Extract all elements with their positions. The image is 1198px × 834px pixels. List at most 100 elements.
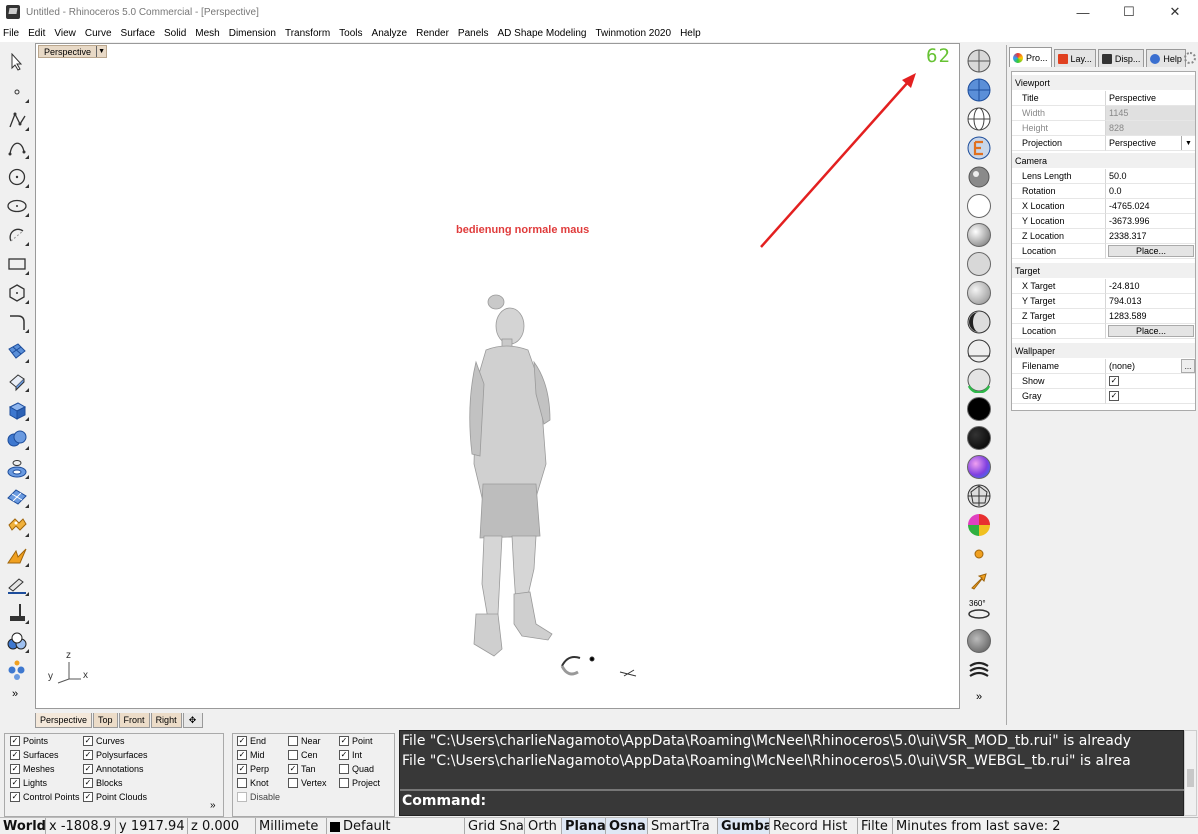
command-prompt[interactable]: Command: [402, 793, 486, 809]
osnap-project[interactable]: Project [339, 778, 380, 788]
scrollbar-thumb[interactable] [1187, 769, 1194, 787]
osnap-disable-checkbox[interactable] [237, 792, 247, 802]
show-checkbox[interactable]: ✓ [1109, 376, 1119, 386]
filter-points-checkbox[interactable]: ✓ [10, 736, 20, 746]
ghosted-viewport-icon[interactable] [966, 135, 992, 161]
status-gumball[interactable]: Gumba [718, 818, 770, 834]
x-target-field[interactable]: -24.810 [1106, 279, 1195, 294]
filter-polysurfaces-checkbox[interactable]: ✓ [83, 750, 93, 760]
left-toolbar-more[interactable]: » [12, 688, 18, 700]
osnap-perp[interactable]: ✓ Perp [237, 764, 269, 774]
status-current-layer[interactable]: Default [327, 818, 465, 834]
osnap-tan-checkbox[interactable]: ✓ [288, 764, 298, 774]
light-bulb-icon[interactable] [966, 541, 992, 567]
transform-icon[interactable] [5, 544, 29, 568]
rhino-app-icon[interactable] [6, 5, 20, 19]
pen-sphere-icon[interactable] [966, 338, 992, 364]
mesh-sphere-icon[interactable] [966, 483, 992, 509]
rectangle-icon[interactable] [5, 252, 29, 276]
add-viewport-tab-icon[interactable]: ✥ [182, 713, 203, 728]
status-planar[interactable]: Plana [562, 818, 606, 834]
filter-surfaces-checkbox[interactable]: ✓ [10, 750, 20, 760]
osnap-quad[interactable]: Quad [339, 764, 374, 774]
osnap-int[interactable]: ✓ Int [339, 750, 362, 760]
white-sphere-icon[interactable] [966, 193, 992, 219]
status-grid-snap[interactable]: Grid Sna [465, 818, 525, 834]
osnap-cen[interactable]: Cen [288, 750, 318, 760]
box-icon[interactable] [5, 398, 29, 422]
title-field[interactable]: Perspective [1106, 91, 1195, 106]
half-shaded-sphere-icon[interactable] [966, 367, 992, 393]
tab-perspective[interactable]: Perspective [35, 713, 93, 728]
menu-surface[interactable]: Surface [121, 28, 155, 39]
browse-button[interactable]: ... [1181, 359, 1195, 373]
tab-right[interactable]: Right [150, 713, 182, 728]
z-location-field[interactable]: 2338.317 [1106, 229, 1195, 244]
menu-view[interactable]: View [54, 28, 76, 39]
x-location-field[interactable]: -4765.024 [1106, 199, 1195, 214]
tab-help[interactable]: Help [1146, 49, 1186, 67]
osnap-knot[interactable]: Knot [237, 778, 269, 788]
black-sphere-icon[interactable] [966, 396, 992, 422]
wireframe-viewport-icon[interactable] [966, 48, 992, 74]
point-icon[interactable] [5, 80, 29, 104]
filter-meshes-checkbox[interactable]: ✓ [10, 764, 20, 774]
menu-twinmotion[interactable]: Twinmotion 2020 [595, 28, 671, 39]
render-preview-icon[interactable] [966, 628, 992, 654]
rainbow-sphere-icon[interactable] [966, 454, 992, 480]
menu-analyze[interactable]: Analyze [372, 28, 408, 39]
select-arrow-icon[interactable] [5, 50, 29, 74]
osnap-knot-checkbox[interactable] [237, 778, 247, 788]
status-ortho[interactable]: Orth [525, 818, 562, 834]
mesh-icon[interactable] [5, 456, 29, 480]
artistic-sphere-icon[interactable] [966, 280, 992, 306]
chevron-down-icon[interactable]: ▼ [1181, 136, 1195, 150]
osnap-perp-checkbox[interactable]: ✓ [237, 764, 247, 774]
filename-field[interactable]: (none)... [1106, 359, 1195, 374]
osnap-near[interactable]: Near [288, 736, 321, 746]
osnap-mid[interactable]: ✓ Mid [237, 750, 265, 760]
osnap-project-checkbox[interactable] [339, 778, 349, 788]
filter-curves-checkbox[interactable]: ✓ [83, 736, 93, 746]
status-osnap[interactable]: Osna [606, 818, 648, 834]
filter-control-points[interactable]: ✓ Control Points [10, 792, 80, 802]
gray-checkbox[interactable]: ✓ [1109, 391, 1119, 401]
menu-tools[interactable]: Tools [339, 28, 362, 39]
tab-front[interactable]: Front [118, 713, 150, 728]
minimize-button[interactable]: — [1060, 0, 1106, 24]
filter-polysurfaces[interactable]: ✓ Polysurfaces [83, 750, 148, 760]
ellipse-icon[interactable] [5, 194, 29, 218]
tab-layers[interactable]: Lay... [1053, 49, 1096, 67]
panel-settings-gear-icon[interactable] [1184, 52, 1196, 64]
gray-sphere-icon[interactable] [966, 251, 992, 277]
osnap-int-checkbox[interactable]: ✓ [339, 750, 349, 760]
rendered-viewport-icon[interactable] [966, 106, 992, 132]
filter-control-points-checkbox[interactable]: ✓ [10, 792, 20, 802]
extrude-icon[interactable] [5, 369, 29, 393]
filter-points[interactable]: ✓ Points [10, 736, 48, 746]
command-history-scrollbar[interactable] [1184, 730, 1197, 816]
filter-more[interactable]: » [210, 800, 216, 811]
solid-tools-icon[interactable] [5, 427, 29, 451]
sun-arrow-icon[interactable] [966, 568, 992, 594]
right-toolbar-more[interactable]: » [976, 691, 982, 703]
osnap-end[interactable]: ✓ End [237, 736, 266, 746]
osnap-disable[interactable]: Disable [237, 792, 280, 802]
filter-surfaces[interactable]: ✓ Surfaces [10, 750, 59, 760]
menu-help[interactable]: Help [680, 28, 701, 39]
menu-mesh[interactable]: Mesh [195, 28, 219, 39]
osnap-cen-checkbox[interactable] [288, 750, 298, 760]
filter-point-clouds[interactable]: ✓ Point Clouds [83, 792, 147, 802]
color-wheel-icon[interactable] [966, 512, 992, 538]
puzzle-icon[interactable] [5, 514, 29, 538]
projection-select[interactable]: Perspective ▼ [1106, 136, 1195, 151]
osnap-point[interactable]: ✓ Point [339, 736, 373, 746]
tab-properties[interactable]: Pro... [1009, 47, 1052, 67]
y-target-field[interactable]: 794.013 [1106, 294, 1195, 309]
filter-annotations-checkbox[interactable]: ✓ [83, 764, 93, 774]
section-icon[interactable] [5, 601, 29, 625]
technical-sphere-icon[interactable] [966, 309, 992, 335]
more-icon[interactable] [5, 658, 29, 682]
osnap-point-checkbox[interactable]: ✓ [339, 736, 349, 746]
y-location-field[interactable]: -3673.996 [1106, 214, 1195, 229]
